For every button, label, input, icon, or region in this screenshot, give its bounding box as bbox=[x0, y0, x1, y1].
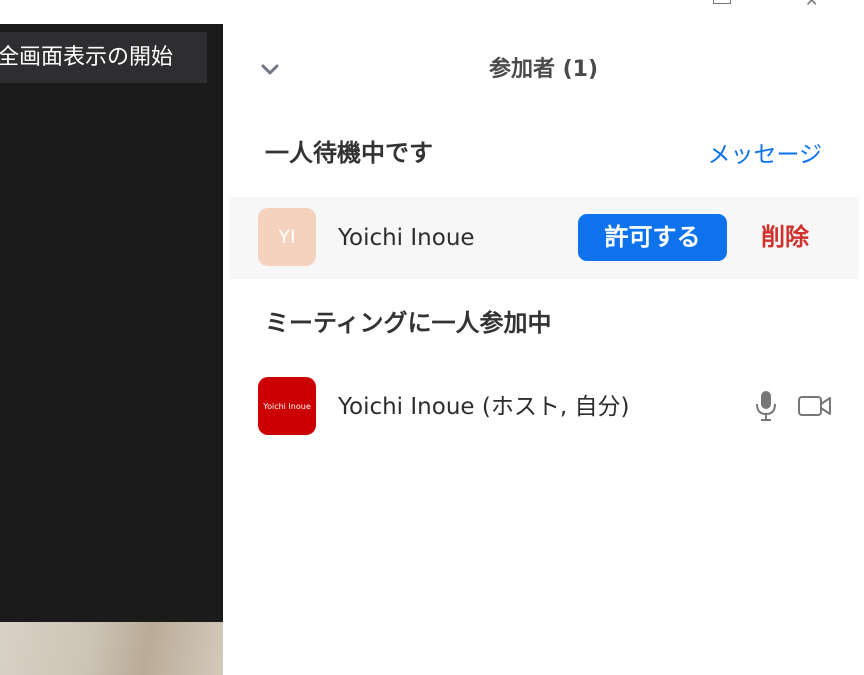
video-thumbnail bbox=[0, 622, 223, 675]
video-feed-dark bbox=[0, 24, 223, 622]
fullscreen-start-tooltip[interactable]: 全画面表示の開始 bbox=[0, 32, 207, 83]
participant-name: Yoichi Inoue bbox=[338, 225, 475, 251]
avatar: Yoichi Inoue bbox=[258, 377, 316, 435]
panel-title: 参加者 (1) bbox=[488, 57, 599, 82]
waiting-room-title: 一人待機中です bbox=[265, 139, 433, 167]
avatar: YI bbox=[258, 208, 316, 266]
microphone-icon[interactable] bbox=[754, 389, 778, 423]
in-meeting-title: ミーティングに一人参加中 bbox=[265, 309, 552, 337]
participants-panel: ✕ 参加者 (1) 一人待機中です メッセージ YI Yoichi Inoue … bbox=[223, 0, 864, 675]
close-icon[interactable]: ✕ bbox=[805, 0, 827, 9]
admit-button[interactable]: 許可する bbox=[578, 214, 727, 261]
video-area: 全画面表示の開始 bbox=[0, 0, 223, 675]
video-camera-icon[interactable] bbox=[797, 394, 833, 418]
message-link[interactable]: メッセージ bbox=[707, 138, 822, 172]
meeting-participant-row: Yoichi Inoue Yoichi Inoue (ホスト, 自分) bbox=[229, 367, 859, 449]
participant-name: Yoichi Inoue (ホスト, 自分) bbox=[338, 394, 630, 420]
remove-button[interactable]: 削除 bbox=[761, 214, 809, 261]
waiting-participant-row: YI Yoichi Inoue 許可する 削除 bbox=[229, 197, 859, 279]
restore-icon[interactable] bbox=[713, 0, 731, 4]
